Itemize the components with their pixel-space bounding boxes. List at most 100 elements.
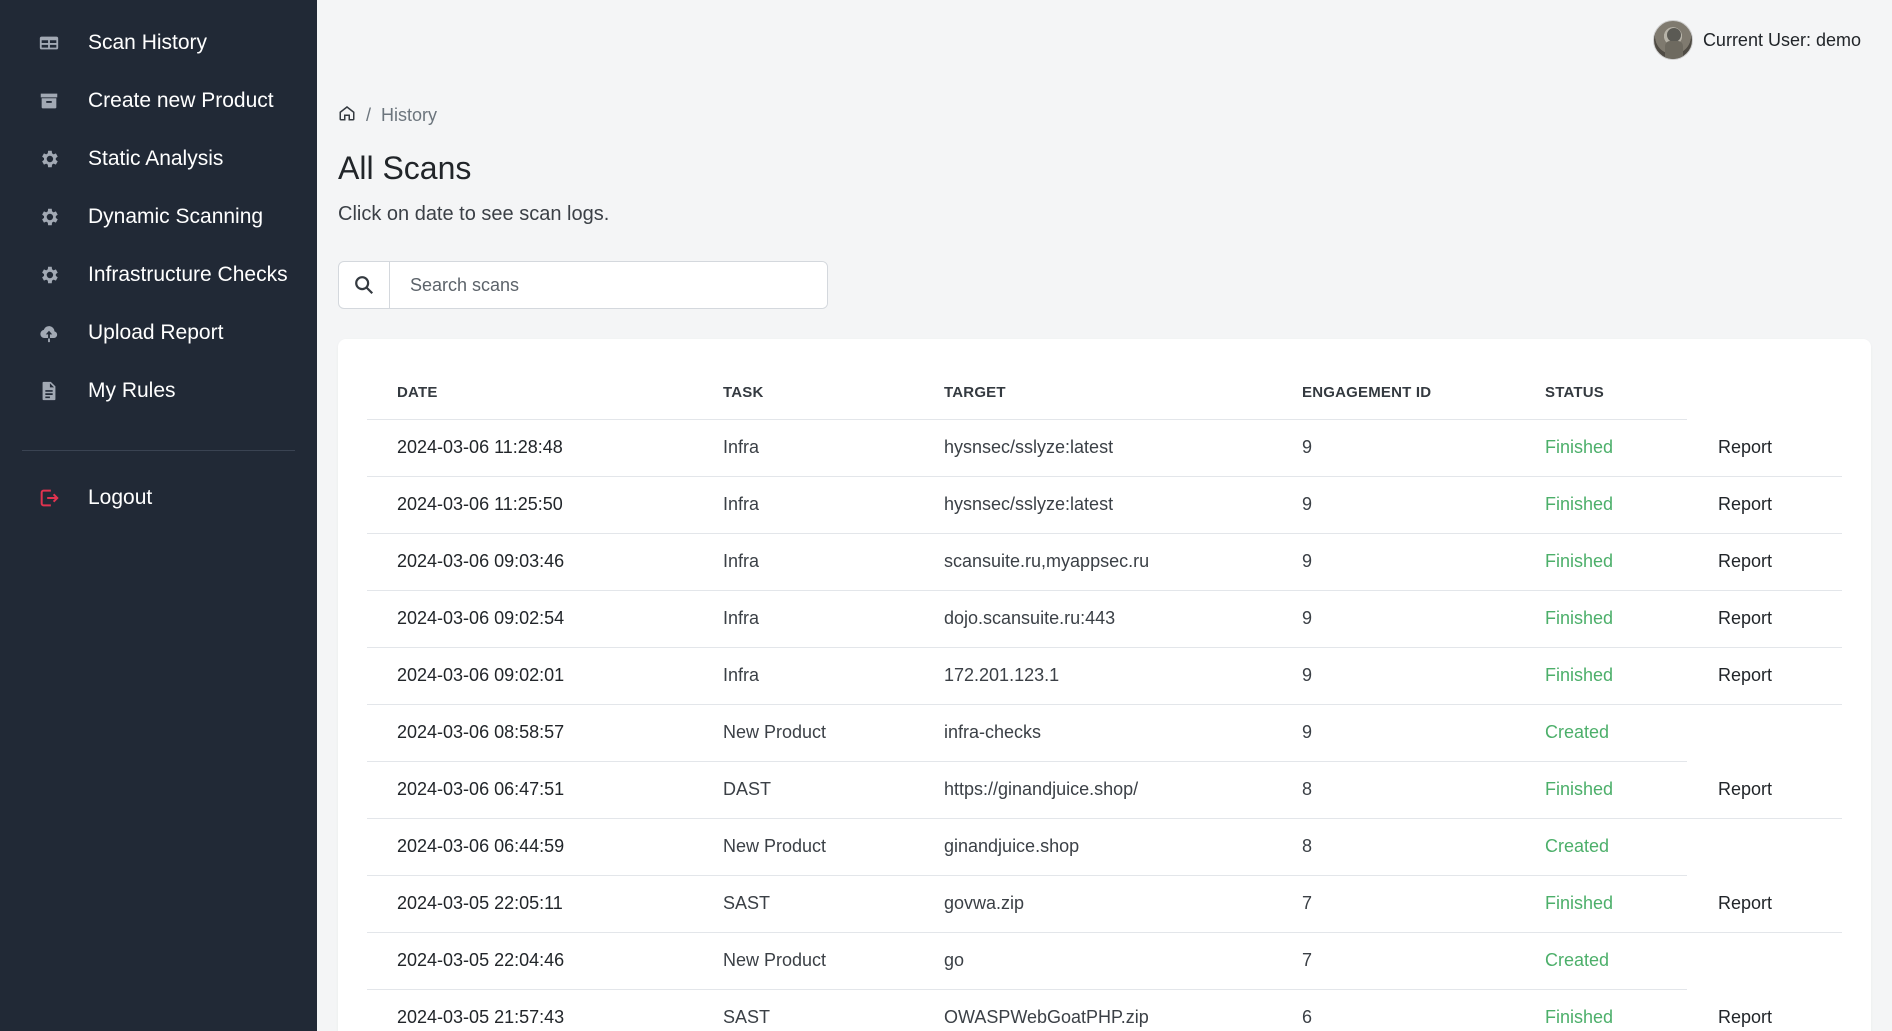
scan-task: New Product — [693, 818, 914, 876]
scan-target: go — [914, 932, 1272, 990]
report-link[interactable]: Report — [1687, 590, 1842, 648]
scan-date-link[interactable]: 2024-03-06 09:02:54 — [367, 590, 693, 648]
scan-task: Infra — [693, 419, 914, 477]
current-user-label: Current User: demo — [1702, 29, 1861, 50]
breadcrumb-separator: / — [366, 105, 372, 125]
status-badge: Created — [1515, 818, 1687, 876]
scan-target: scansuite.ru,myappsec.ru — [914, 533, 1272, 591]
page-title: All Scans — [338, 150, 472, 186]
scan-date-link[interactable]: 2024-03-06 11:28:48 — [367, 419, 693, 477]
scan-engagement-id: 7 — [1272, 875, 1515, 933]
scan-target: OWASPWebGoatPHP.zip — [914, 989, 1272, 1031]
sidebar-item-label: My Rules — [88, 379, 176, 402]
scan-task: New Product — [693, 704, 914, 762]
home-icon[interactable] — [338, 104, 356, 127]
sidebar: Scan History Create new Product Static A… — [0, 0, 317, 1031]
report-link[interactable]: Report — [1687, 761, 1842, 819]
scan-task: Infra — [693, 590, 914, 648]
sidebar-item-infrastructure-checks[interactable]: Infrastructure Checks — [0, 246, 317, 304]
scan-date-link[interactable]: 2024-03-06 09:02:01 — [367, 647, 693, 705]
status-badge: Created — [1515, 704, 1687, 762]
scan-target: 172.201.123.1 — [914, 647, 1272, 705]
sidebar-item-create-product[interactable]: Create new Product — [0, 72, 317, 130]
status-badge: Finished — [1515, 533, 1687, 591]
status-badge: Finished — [1515, 989, 1687, 1031]
scan-task: New Product — [693, 932, 914, 990]
gear-icon — [36, 204, 62, 230]
table-row: 2024-03-06 11:25:50 Infra hysnsec/sslyze:l… — [367, 476, 1842, 534]
sidebar-item-label: Static Analysis — [88, 147, 224, 170]
top-bar: Current User: demo — [317, 0, 1892, 80]
scan-engagement-id: 9 — [1272, 476, 1515, 534]
column-header-status: STATUS — [1515, 367, 1687, 420]
table-row: 2024-03-06 06:44:59 New Product ginandjuic… — [367, 818, 1842, 876]
scan-date-link[interactable]: 2024-03-06 08:58:57 — [367, 704, 693, 762]
scan-date-link[interactable]: 2024-03-06 06:47:51 — [367, 761, 693, 819]
search-icon — [339, 262, 390, 308]
scan-target: govwa.zip — [914, 875, 1272, 933]
empty-action-cell — [1687, 932, 1842, 989]
document-icon — [36, 378, 62, 404]
scan-engagement-id: 8 — [1272, 761, 1515, 819]
scan-engagement-id: 8 — [1272, 818, 1515, 876]
table-row: 2024-03-06 08:58:57 New Product infra-chec… — [367, 704, 1842, 762]
empty-action-cell — [1687, 818, 1842, 875]
search-box — [338, 261, 828, 309]
sidebar-item-upload-report[interactable]: Upload Report — [0, 304, 317, 362]
sidebar-item-static-analysis[interactable]: Static Analysis — [0, 130, 317, 188]
sidebar-item-my-rules[interactable]: My Rules — [0, 362, 317, 420]
column-header-date: DATE — [367, 367, 693, 420]
sidebar-divider — [22, 450, 295, 451]
scan-target: ginandjuice.shop — [914, 818, 1272, 876]
sidebar-item-label: Upload Report — [88, 321, 224, 344]
avatar[interactable] — [1652, 20, 1693, 60]
scan-task: Infra — [693, 533, 914, 591]
report-link[interactable]: Report — [1687, 533, 1842, 591]
scan-date-link[interactable]: 2024-03-06 09:03:46 — [367, 533, 693, 591]
table-row: 2024-03-06 11:28:48 Infra hysnsec/sslyze:l… — [367, 419, 1842, 477]
cloud-upload-icon — [36, 320, 62, 346]
gear-icon — [36, 262, 62, 288]
search-input[interactable] — [390, 262, 827, 308]
sidebar-nav: Scan History Create new Product Static A… — [0, 0, 317, 420]
status-badge: Finished — [1515, 590, 1687, 648]
table-row: 2024-03-05 22:05:11 SAST govwa.zip 7 Finishe… — [367, 875, 1842, 933]
table-row: 2024-03-06 09:03:46 Infra scansuite.ru,mya… — [367, 533, 1842, 591]
gear-icon — [36, 146, 62, 172]
scan-date-link[interactable]: 2024-03-05 22:05:11 — [367, 875, 693, 933]
sidebar-item-scan-history[interactable]: Scan History — [0, 14, 317, 72]
scan-engagement-id: 9 — [1272, 647, 1515, 705]
scan-engagement-id: 9 — [1272, 590, 1515, 648]
user-menu[interactable]: Current User: demo — [1652, 20, 1861, 60]
breadcrumb: / History — [338, 104, 437, 127]
table-icon — [36, 30, 62, 56]
report-link[interactable]: Report — [1687, 647, 1842, 705]
scan-target: https://ginandjuice.shop/ — [914, 761, 1272, 819]
sidebar-item-label: Create new Product — [88, 89, 274, 112]
status-badge: Finished — [1515, 476, 1687, 534]
table-row: 2024-03-05 22:04:46 New Product go 7 Created — [367, 932, 1842, 990]
table-row: 2024-03-06 06:47:51 DAST https://ginandjui… — [367, 761, 1842, 819]
sidebar-item-dynamic-scanning[interactable]: Dynamic Scanning — [0, 188, 317, 246]
sidebar-item-label: Infrastructure Checks — [88, 263, 288, 286]
status-badge: Finished — [1515, 761, 1687, 819]
status-badge: Created — [1515, 932, 1687, 990]
scan-date-link[interactable]: 2024-03-06 11:25:50 — [367, 476, 693, 534]
column-header-task: TASK — [693, 367, 914, 420]
scan-task: SAST — [693, 875, 914, 933]
report-link[interactable]: Report — [1687, 875, 1842, 933]
scan-date-link[interactable]: 2024-03-05 21:57:43 — [367, 989, 693, 1031]
scan-target: dojo.scansuite.ru:443 — [914, 590, 1272, 648]
column-header-target: TARGET — [914, 367, 1272, 420]
report-link[interactable]: Report — [1687, 989, 1842, 1031]
scan-engagement-id: 9 — [1272, 419, 1515, 477]
scan-date-link[interactable]: 2024-03-05 22:04:46 — [367, 932, 693, 990]
report-link[interactable]: Report — [1687, 476, 1842, 534]
table-row: 2024-03-06 09:02:01 Infra 172.201.123.1 9 Fi… — [367, 647, 1842, 705]
scans-table-card: DATE TASK TARGET ENGAGEMENT ID STATUS 20… — [338, 339, 1871, 1031]
scan-target: hysnsec/sslyze:latest — [914, 476, 1272, 534]
report-link[interactable]: Report — [1687, 419, 1842, 477]
scan-date-link[interactable]: 2024-03-06 06:44:59 — [367, 818, 693, 876]
sidebar-item-label: Logout — [88, 486, 153, 509]
sidebar-item-logout[interactable]: Logout — [0, 469, 317, 527]
